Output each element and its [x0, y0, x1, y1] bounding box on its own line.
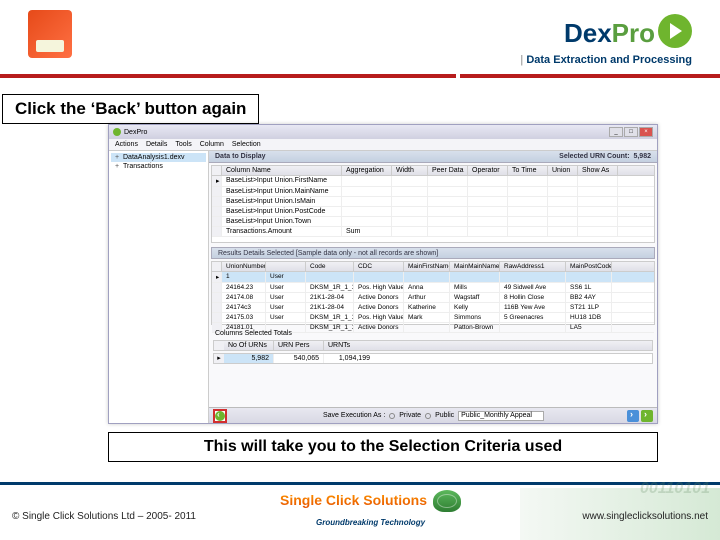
table-row[interactable]: BaseList>Input Union.PostCode: [212, 207, 654, 217]
globe-icon: [433, 490, 461, 512]
menu-item[interactable]: Actions: [115, 141, 138, 148]
expand-icon[interactable]: +: [113, 154, 121, 161]
close-button[interactable]: ×: [639, 127, 653, 137]
tree-item[interactable]: +DataAnalysis1.dexv: [111, 153, 206, 162]
window-footer: Save Execution As : Private Public Publi…: [209, 407, 657, 423]
window-title: DexPro: [124, 129, 147, 136]
menu-item[interactable]: Selection: [232, 141, 261, 148]
main-panel: Data to Display Selected URN Count: 5,98…: [209, 151, 657, 423]
play-icon: [658, 14, 692, 48]
table-row[interactable]: ▸BaseList>Input Union.FirstName: [212, 176, 654, 187]
app-icon: [113, 128, 121, 136]
table-row[interactable]: BaseList>Input Union.IsMain: [212, 197, 654, 207]
table-row[interactable]: ▸1User: [212, 272, 654, 283]
divider: [0, 74, 456, 78]
table-row[interactable]: BaseList>Input Union.MainName: [212, 187, 654, 197]
box-logo-icon: [28, 10, 72, 58]
tree-item[interactable]: +Transactions: [111, 162, 206, 171]
page-footer: © Single Click Solutions Ltd – 2005- 201…: [0, 482, 720, 540]
copyright-text: © Single Click Solutions Ltd – 2005- 201…: [12, 511, 196, 522]
table-row[interactable]: Transactions.AmountSum: [212, 227, 654, 237]
table-row[interactable]: 24174.08User21K1-28-04Active DonorsArthu…: [212, 293, 654, 303]
export-button[interactable]: [627, 410, 639, 422]
totals-values: ▸ 5,982 540,065 1,094,199: [213, 353, 653, 364]
divider: [460, 74, 720, 78]
app-window: DexPro _ □ × Actions Details Tools Colum…: [108, 124, 658, 424]
totals-section: Columns Selected Totals No Of URNs URN P…: [211, 329, 655, 366]
menu-item[interactable]: Tools: [175, 141, 191, 148]
urn-count: 5,982: [633, 153, 651, 160]
expand-icon[interactable]: +: [113, 163, 121, 170]
menu-bar: Actions Details Tools Column Selection: [109, 139, 657, 151]
columns-grid[interactable]: Column NameAggregationWidthPeer DataOper…: [211, 165, 655, 243]
menu-item[interactable]: Details: [146, 141, 167, 148]
website-url: www.singleclicksolutions.net: [582, 511, 708, 522]
table-row[interactable]: 24164.23UserDKSM_1R_1_1Pos. High ValueAn…: [212, 283, 654, 293]
table-row[interactable]: BaseList>Input Union.Town: [212, 217, 654, 227]
results-grid[interactable]: UnionNumberCodeCDCMainFirstNameMainMainN…: [211, 261, 655, 325]
totals-header: No Of URNs URN Pers URNTs: [213, 340, 653, 351]
save-label: Save Execution As :: [323, 412, 385, 419]
tree-sidebar: +DataAnalysis1.dexv +Transactions: [109, 151, 209, 423]
back-button[interactable]: [213, 409, 227, 423]
menu-item[interactable]: Column: [200, 141, 224, 148]
table-row[interactable]: 24174c3User21K1-28-04Active DonorsKather…: [212, 303, 654, 313]
maximize-button[interactable]: □: [624, 127, 638, 137]
table-row[interactable]: 24175.03UserDKSM_1R_1_1Pos. High ValueMa…: [212, 313, 654, 323]
minimize-button[interactable]: _: [609, 127, 623, 137]
public-radio[interactable]: [425, 413, 431, 419]
panel-header: Data to Display Selected URN Count: 5,98…: [209, 151, 657, 163]
instruction-bottom: This will take you to the Selection Crit…: [108, 432, 658, 462]
page-header: DexPro | Data Extraction and Processing: [0, 0, 720, 78]
instruction-top: Click the ‘Back’ button again: [2, 94, 259, 124]
brand-tagline: | Data Extraction and Processing: [520, 54, 692, 66]
save-name-input[interactable]: Public_Monthly Appeal: [458, 411, 544, 421]
private-radio[interactable]: [389, 413, 395, 419]
window-titlebar[interactable]: DexPro _ □ ×: [109, 125, 657, 139]
scs-logo: Single Click Solutions Groundbreaking Te…: [280, 490, 461, 530]
results-header: Results Details Selected [Sample data on…: [211, 247, 655, 259]
brand-name: DexPro: [564, 18, 655, 49]
forward-button[interactable]: [641, 410, 653, 422]
back-arrow-icon: [215, 411, 225, 421]
